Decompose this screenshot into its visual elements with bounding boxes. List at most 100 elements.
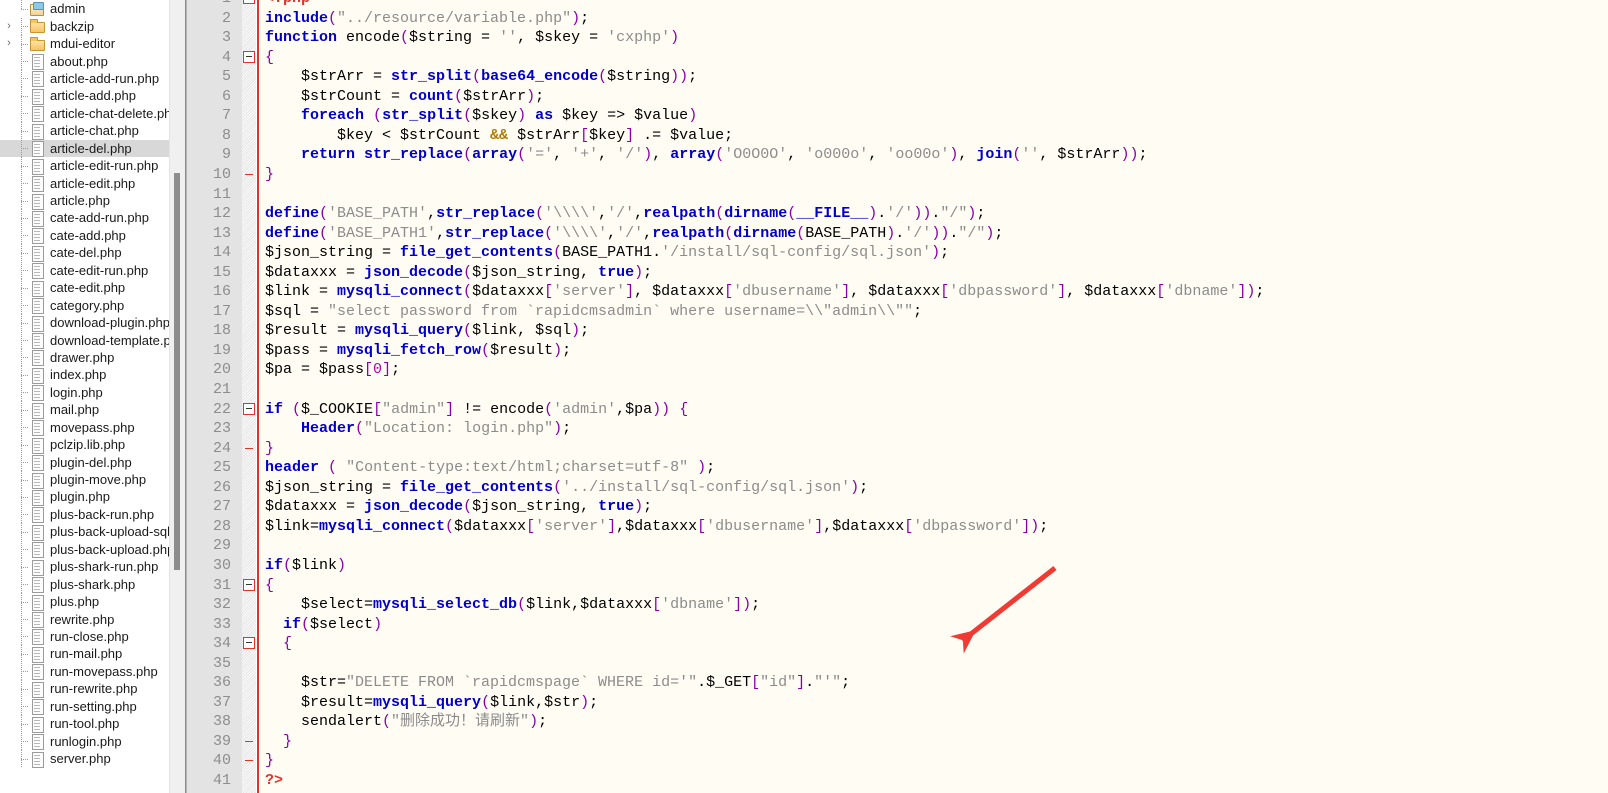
tree-item-article-php[interactable]: article.php <box>0 192 185 210</box>
code-line[interactable]: 25 header ( "Content-type:text/html;chars… <box>187 458 1608 478</box>
tree-item-article-del-php[interactable]: article-del.php <box>0 139 185 158</box>
code-line[interactable]: 38 sendalert("删除成功！请刷新"); <box>187 712 1608 732</box>
tree-item-plus-back-upload-sql-ph[interactable]: plus-back-upload-sql.ph <box>0 523 185 541</box>
tree-item-cate-edit-run-php[interactable]: cate-edit-run.php <box>0 261 185 280</box>
tree-item-article-edit-run-php[interactable]: article-edit-run.php <box>0 157 185 175</box>
chevron-right-icon[interactable]: › <box>2 35 16 52</box>
tree-item-about-php[interactable]: about.php <box>0 52 185 71</box>
code-line[interactable]: 33 if($select) <box>187 615 1608 635</box>
code-line[interactable]: 12 define('BASE_PATH',str_replace('\\\\',… <box>187 204 1608 224</box>
code-line[interactable]: 2 include("../resource/variable.php"); <box>187 9 1608 29</box>
file-tree-sidebar[interactable]: admin › backzip › mdui-editor about.php articl… <box>0 0 186 793</box>
tree-item-login-php[interactable]: login.php <box>0 383 185 402</box>
tree-item-movepass-php[interactable]: movepass.php <box>0 418 185 437</box>
code-editor-pane[interactable]: 1 <?php 2 include("../resource/variable.php… <box>186 0 1608 793</box>
tree-item-admin[interactable]: admin <box>0 0 185 17</box>
code-line-text: if($link) <box>265 556 347 574</box>
code-line[interactable]: 15 $dataxxx = json_decode($json_string, t… <box>187 263 1608 283</box>
code-line[interactable]: 22 if ($_COOKIE["admin"] != encode('admin… <box>187 400 1608 420</box>
tree-item-runlogin-php[interactable]: runlogin.php <box>0 732 185 751</box>
code-line[interactable]: 14 $json_string = file_get_contents(BASE_… <box>187 243 1608 263</box>
code-line[interactable]: 26 $json_string = file_get_contents('../i… <box>187 478 1608 498</box>
code-line[interactable]: 8 $key < $strCount && $strArr[$key] .= $… <box>187 126 1608 146</box>
code-line[interactable]: 24} <box>187 439 1608 459</box>
code-line[interactable]: 41 ?> <box>187 771 1608 791</box>
code-line[interactable]: 9 return str_replace(array('=', '+', '/'… <box>187 145 1608 165</box>
code-line[interactable]: 20 $pa = $pass[0]; <box>187 360 1608 380</box>
tree-item-download-template-php[interactable]: download-template.php <box>0 331 185 350</box>
code-line[interactable]: 34 { <box>187 634 1608 654</box>
tree-item-run-setting-php[interactable]: run-setting.php <box>0 697 185 716</box>
tree-item-cate-add-php[interactable]: cate-add.php <box>0 226 185 245</box>
fold-collapse-icon[interactable] <box>243 50 255 63</box>
tree-item-plus-shark-php[interactable]: plus-shark.php <box>0 575 185 594</box>
tree-item-article-add-run-php[interactable]: article-add-run.php <box>0 69 185 88</box>
tree-item-mail-php[interactable]: mail.php <box>0 401 185 419</box>
tree-item-pclzip-lib-php[interactable]: pclzip.lib.php <box>0 436 185 454</box>
sidebar-scrollbar-track[interactable] <box>169 0 185 793</box>
file-tree[interactable]: admin › backzip › mdui-editor about.php articl… <box>0 0 185 768</box>
code-line[interactable]: 29 <box>187 536 1608 556</box>
chevron-right-icon[interactable]: › <box>2 18 16 35</box>
tree-item-label: plus.php <box>50 594 100 610</box>
code-line[interactable]: 10} <box>187 165 1608 185</box>
tree-item-index-php[interactable]: index.php <box>0 366 185 384</box>
tree-item-plus-back-upload-php[interactable]: plus-back-upload.php <box>0 540 185 559</box>
tree-item-plus-back-run-php[interactable]: plus-back-run.php <box>0 505 185 524</box>
tree-item-rewrite-php[interactable]: rewrite.php <box>0 610 185 629</box>
tree-item-cate-add-run-php[interactable]: cate-add-run.php <box>0 209 185 227</box>
tree-item-backzip[interactable]: › backzip <box>0 17 185 35</box>
tree-item-run-mail-php[interactable]: run-mail.php <box>0 645 185 663</box>
tree-item-drawer-php[interactable]: drawer.php <box>0 348 185 367</box>
tree-item-plugin-del-php[interactable]: plugin-del.php <box>0 453 185 472</box>
tree-item-cate-edit-php[interactable]: cate-edit.php <box>0 279 185 297</box>
code-content[interactable]: 1 <?php 2 include("../resource/variable.php… <box>187 0 1608 793</box>
tree-item-run-movepass-php[interactable]: run-movepass.php <box>0 662 185 681</box>
tree-item-plugin-move-php[interactable]: plugin-move.php <box>0 471 185 489</box>
tree-item-article-chat-php[interactable]: article-chat.php <box>0 122 185 140</box>
tree-item-run-close-php[interactable]: run-close.php <box>0 627 185 646</box>
code-line[interactable]: 5 $strArr = str_split(base64_encode($str… <box>187 67 1608 87</box>
tree-item-run-rewrite-php[interactable]: run-rewrite.php <box>0 680 185 698</box>
tree-item-plus-shark-run-php[interactable]: plus-shark-run.php <box>0 558 185 576</box>
code-line[interactable]: 27 $dataxxx = json_decode($json_string, t… <box>187 497 1608 517</box>
tree-item-mdui-editor[interactable]: › mdui-editor <box>0 35 185 53</box>
tree-item-download-plugin-php[interactable]: download-plugin.php <box>0 314 185 332</box>
tree-item-cate-del-php[interactable]: cate-del.php <box>0 244 185 262</box>
code-line[interactable]: 21 <box>187 380 1608 400</box>
code-line[interactable]: 36 $str="DELETE FROM `rapidcmspage` WHER… <box>187 673 1608 693</box>
code-line[interactable]: 31 { <box>187 576 1608 596</box>
tree-item-plus-php[interactable]: plus.php <box>0 593 185 611</box>
code-line[interactable]: 28 $link=mysqli_connect($dataxxx['server'… <box>187 517 1608 537</box>
code-line[interactable]: 16 $link = mysqli_connect($dataxxx['serve… <box>187 282 1608 302</box>
code-line[interactable]: 7 foreach (str_split($skey) as $key => $… <box>187 106 1608 126</box>
code-line[interactable]: 40} <box>187 751 1608 771</box>
code-line[interactable]: 32 $select=mysqli_select_db($link,$datax… <box>187 595 1608 615</box>
sidebar-scrollbar-thumb[interactable] <box>174 173 180 570</box>
code-line[interactable]: 3 function encode($string = '', $skey = '… <box>187 28 1608 48</box>
tree-item-server-php[interactable]: server.php <box>0 750 185 768</box>
code-line[interactable]: 4{ <box>187 48 1608 68</box>
code-line[interactable]: 30 if($link) <box>187 556 1608 576</box>
code-line[interactable]: 39 } <box>187 732 1608 752</box>
code-line[interactable]: 18 $result = mysqli_query($link, $sql); <box>187 321 1608 341</box>
code-line[interactable]: 23 Header("Location: login.php"); <box>187 419 1608 439</box>
tree-item-run-tool-php[interactable]: run-tool.php <box>0 715 185 733</box>
code-line[interactable]: 13 define('BASE_PATH1',str_replace('\\\\'… <box>187 224 1608 244</box>
code-line[interactable]: 11 <box>187 185 1608 205</box>
fold-collapse-icon[interactable] <box>243 0 255 4</box>
tree-item-article-chat-delete-php[interactable]: article-chat-delete.php <box>0 104 185 123</box>
fold-collapse-icon[interactable] <box>243 402 255 415</box>
code-line[interactable]: 19 $pass = mysqli_fetch_row($result); <box>187 341 1608 361</box>
code-line[interactable]: 6 $strCount = count($strArr); <box>187 87 1608 107</box>
code-line[interactable]: 1 <?php <box>187 0 1608 9</box>
code-line[interactable]: 37 $result=mysqli_query($link,$str); <box>187 693 1608 713</box>
tree-item-article-edit-php[interactable]: article-edit.php <box>0 174 185 193</box>
tree-item-plugin-php[interactable]: plugin.php <box>0 488 185 506</box>
tree-item-article-add-php[interactable]: article-add.php <box>0 87 185 105</box>
fold-collapse-icon[interactable] <box>243 578 255 591</box>
code-line[interactable]: 35 <box>187 654 1608 674</box>
fold-collapse-icon[interactable] <box>243 637 255 650</box>
code-line[interactable]: 17 $sql = "select password from `rapidcms… <box>187 302 1608 322</box>
tree-item-category-php[interactable]: category.php <box>0 296 185 315</box>
